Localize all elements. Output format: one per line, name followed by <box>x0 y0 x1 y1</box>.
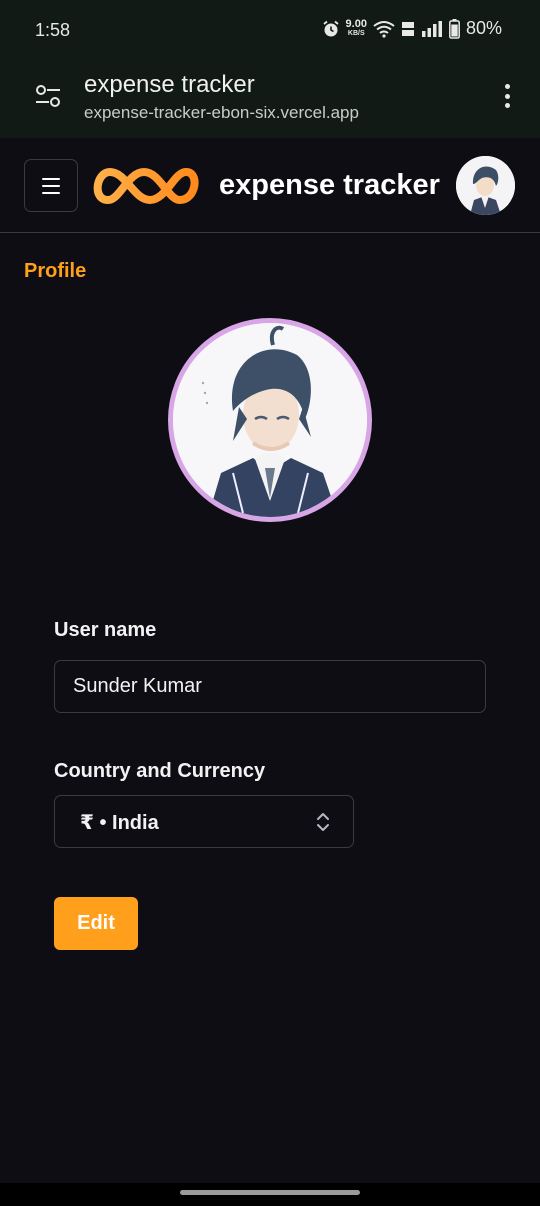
logo-icon <box>93 168 199 204</box>
net-speed: 9.00 KB/S <box>345 17 367 38</box>
battery-percent: 80% <box>465 18 502 38</box>
page-title: Profile <box>24 260 87 282</box>
url-text[interactable]: expense-tracker-ebon-six.vercel.app <box>84 103 359 123</box>
profile-avatar-image <box>173 323 367 517</box>
hamburger-icon <box>42 177 60 180</box>
edit-button[interactable]: Edit <box>54 897 138 950</box>
country-currency-label: Country and Currency <box>54 760 266 782</box>
net-speed-value: 9.00 <box>345 17 367 30</box>
signal-icon <box>421 20 442 37</box>
status-icons: 9.00 KB/S 80% <box>322 18 502 39</box>
chevron-up-down-icon <box>317 813 329 831</box>
avatar-image <box>456 156 515 215</box>
tab-title: expense tracker <box>84 71 255 98</box>
country-currency-select[interactable]: ₹ • India <box>54 795 354 848</box>
profile-avatar[interactable] <box>168 318 372 522</box>
tune-icon[interactable] <box>34 84 62 108</box>
username-label: User name <box>54 619 157 641</box>
alarm-icon <box>322 20 339 36</box>
status-time: 1:58 <box>35 20 71 40</box>
app-header: expense tracker <box>0 138 540 233</box>
net-speed-unit: KB/S <box>347 29 365 37</box>
volte-icon <box>401 21 414 36</box>
username-input[interactable]: Sunder Kumar <box>54 660 486 713</box>
user-avatar[interactable] <box>456 156 515 215</box>
status-bar: 1:58 9.00 KB/S 80% <box>0 0 540 62</box>
app-title: expense tracker <box>219 169 440 201</box>
wifi-icon <box>373 20 395 38</box>
country-currency-value: ₹ • India <box>80 812 159 834</box>
more-vertical-icon[interactable] <box>500 82 514 110</box>
battery-icon <box>449 18 460 39</box>
gesture-handle[interactable] <box>180 1190 360 1195</box>
menu-button[interactable] <box>24 159 78 212</box>
browser-bar: expense tracker expense-tracker-ebon-six… <box>0 62 540 138</box>
